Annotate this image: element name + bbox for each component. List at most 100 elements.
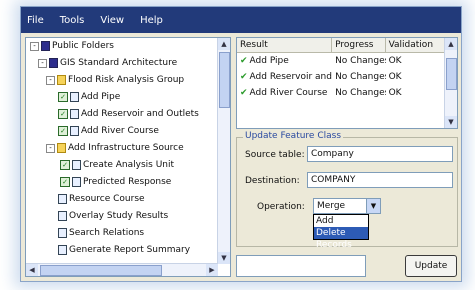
results-scrollbar[interactable]: ▲ ▼ [444,38,457,128]
checkmark-icon: ✓ [58,126,68,136]
note-icon [70,92,79,102]
group-title: Update Feature Class [243,131,344,141]
collapse-toggle-icon[interactable]: - [38,58,47,68]
menu-help[interactable]: Help [140,15,163,26]
scroll-left-icon[interactable]: ◀ [26,264,38,276]
tree-node[interactable]: ✓ Add Reservoir and Outlets [58,109,199,119]
results-row[interactable]: ✔ Add Pipe No Changes OK [237,54,445,68]
menu-bar: File Tools View Help [21,7,461,33]
checkmark-icon: ✓ [58,92,68,102]
tree-node[interactable]: - Add Infrastructure Source [46,143,184,153]
tree-node-label: Flood Risk Analysis Group [68,75,185,85]
tree-node-label: Resource Course [69,194,145,204]
note-icon [58,245,67,255]
collapse-toggle-icon[interactable]: - [46,75,55,85]
result-name: Add Reservoir and Outlets [249,72,333,82]
tree-node[interactable]: Overlay Study Results [58,211,168,221]
checkmark-icon: ✓ [58,109,68,119]
tree-node[interactable]: Generate Report Summary [58,245,190,255]
note-icon [58,194,67,204]
tree-node-label: Generate Report Summary [69,245,191,255]
tree-horizontal-scrollbar[interactable]: ◀ ▶ [26,263,218,276]
operation-dropdown: Add Delete Records [313,214,369,250]
scroll-right-icon[interactable]: ▶ [206,264,218,276]
tree-node[interactable]: ✓ Create Analysis Unit [60,160,174,170]
scroll-down-icon[interactable]: ▼ [218,252,230,264]
destination-field[interactable]: COMPANY [307,172,453,188]
result-validation: OK [388,88,402,98]
db-icon [49,58,58,68]
tree-scroll-thumb[interactable] [219,52,230,108]
result-validation: OK [388,56,402,66]
tree-node-label: Predicted Response [83,177,172,187]
result-name: Add Pipe [249,56,289,66]
results-row[interactable]: ✔ Add River Course No Changes OK [237,86,445,100]
operation-label: Operation: [257,202,305,212]
column-result[interactable]: Result [237,38,333,52]
check-icon: ✔ [240,56,248,66]
menu-file[interactable]: File [27,15,44,26]
operation-select[interactable]: Merge Operation ▼ [313,198,381,225]
collapse-toggle-icon[interactable]: - [30,41,39,51]
workflow-tree: - Public Folders - GIS Standard Architectur… [25,37,231,277]
folder-icon [57,75,66,85]
results-scroll-thumb[interactable] [446,58,457,90]
scroll-up-icon[interactable]: ▲ [445,38,457,50]
source-label: Source table: [245,150,305,160]
scroll-up-icon[interactable]: ▲ [218,38,230,50]
tree-node[interactable]: - GIS Standard Architecture [38,58,177,68]
tree-node-label: GIS Standard Architecture [60,58,178,68]
checkmark-icon: ✓ [60,160,70,170]
destination-label: Destination: [245,176,300,186]
note-icon [70,109,79,119]
checkmark-icon: ✓ [60,177,70,187]
tree-node[interactable]: Resource Course [58,194,145,204]
folder-icon [57,143,66,153]
menu-tools[interactable]: Tools [60,15,85,26]
app-window: File Tools View Help - Public Folders - GIS… [20,6,462,282]
collapse-toggle-icon[interactable]: - [46,143,55,153]
tree-node-label: Search Relations [69,228,145,238]
tree-node[interactable]: ✓ Add Pipe [58,92,120,102]
results-header: Result Progress Validation [237,38,446,53]
tree-node-label: Public Folders [52,41,114,51]
source-field[interactable]: Company [307,146,453,162]
update-feature-group: Update Feature Class Source table: Compa… [236,131,458,250]
tree-vertical-scrollbar[interactable]: ▲ ▼ [217,38,230,264]
result-validation: OK [388,72,402,82]
db-icon [41,41,50,51]
tree-node[interactable]: ✓ Predicted Response [60,177,171,187]
result-name: Add River Course [249,88,328,98]
tree-node-label: Add Reservoir and Outlets [81,109,199,119]
tree-node[interactable]: - Flood Risk Analysis Group [46,75,184,85]
tree-list: - Public Folders - GIS Standard Architectur… [26,38,218,264]
check-icon: ✔ [240,88,248,98]
note-icon [72,160,81,170]
result-progress: No Changes [335,72,386,82]
note-icon [58,228,67,238]
tree-node[interactable]: ✓ Add River Course [58,126,159,136]
note-icon [72,177,81,187]
check-icon: ✔ [240,72,248,82]
tree-node-label: Add Infrastructure Source [68,143,184,153]
update-records-button[interactable]: Update Records [405,255,457,277]
chevron-down-icon[interactable]: ▼ [366,199,380,213]
tree-node[interactable]: - Public Folders [30,41,114,51]
tree-node-label: Add River Course [81,126,159,136]
option-delete-records[interactable]: Delete Records [314,227,368,250]
tree-node-label: Create Analysis Unit [83,160,175,170]
tree-node-label: Overlay Study Results [69,211,169,221]
tree-hscroll-thumb[interactable] [40,265,162,276]
note-icon [70,126,79,136]
results-list: Result Progress Validation ✔ Add Pipe No … [236,37,458,129]
note-icon [58,211,67,221]
results-row[interactable]: ✔Add Reservoir and Outlets No Changes OK [237,70,445,84]
column-progress[interactable]: Progress [332,38,386,52]
option-add[interactable]: Add [314,215,368,227]
column-validation[interactable]: Validation [386,38,446,52]
scroll-down-icon[interactable]: ▼ [445,116,457,128]
bottom-input[interactable] [236,255,366,277]
tree-node[interactable]: Search Relations [58,228,144,238]
menu-view[interactable]: View [100,15,124,26]
tree-node-label: Add Pipe [81,92,121,102]
